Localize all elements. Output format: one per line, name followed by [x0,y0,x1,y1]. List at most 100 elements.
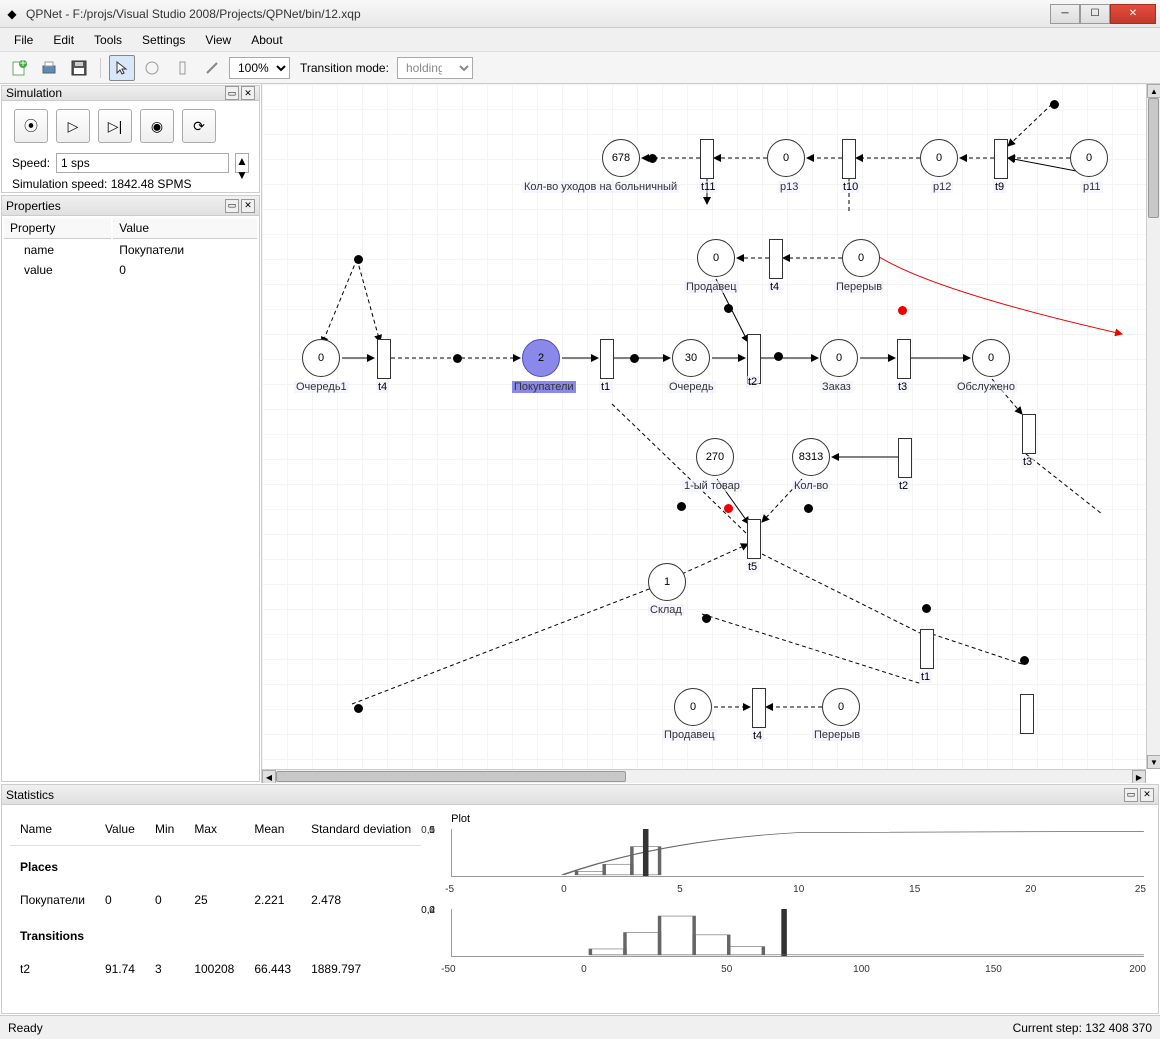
minimize-button[interactable]: ─ [1050,4,1080,24]
arc-tool[interactable] [199,55,225,81]
menu-tools[interactable]: Tools [84,30,132,50]
transition-t4c[interactable] [752,688,766,728]
transition-mode-select[interactable]: holding [397,57,473,79]
places-plot: 1 0,5 0 -5 0 5 10 15 20 [421,825,1150,895]
place-obsluzheno[interactable]: 0 [972,339,1010,377]
transitions-section: Transitions [10,916,421,954]
dock-icon[interactable]: ▭ [1124,788,1138,802]
statistics-panel: Statistics ▭ ✕ Name Value Min Max Mean S… [1,784,1159,1014]
place-label: p11 [1081,181,1103,193]
zoom-select[interactable]: 100% [229,57,290,79]
close-button[interactable]: ✕ [1110,4,1156,24]
transition-t1b[interactable] [920,629,934,669]
speed-spinner[interactable]: ▲▼ [235,153,249,173]
pointer-tool[interactable] [109,55,135,81]
place-label: Заказ [820,381,853,393]
place-tool[interactable] [139,55,165,81]
place-p_678[interactable]: 678 [602,139,640,177]
place-zakaz[interactable]: 0 [820,339,858,377]
menu-about[interactable]: About [241,30,292,50]
transition-t4a[interactable] [769,239,783,279]
speed-label: Speed: [12,156,50,170]
transition-t11[interactable] [700,139,714,179]
place-label: p12 [931,181,953,193]
statistics-table: Name Value Min Max Mean Standard deviati… [10,813,421,985]
transition-t10[interactable] [842,139,856,179]
canvas-area: 678Кол-во уходов на больничный0p130p120p… [262,84,1160,783]
dock-icon[interactable]: ▭ [225,86,239,100]
place-label: Покупатели [512,381,576,393]
transition-t3a[interactable] [897,339,911,379]
menu-edit[interactable]: Edit [43,30,84,50]
place-ochered[interactable]: 30 [672,339,710,377]
place-label: Кол-во [792,480,830,492]
places-section: Places [10,846,421,884]
transition-label: t3 [896,381,909,393]
speed-input[interactable] [56,153,229,173]
close-icon[interactable]: ✕ [241,86,255,100]
place-pereryv[interactable]: 0 [842,239,880,277]
transition-label: t2 [746,376,759,388]
menu-file[interactable]: File [4,30,43,50]
transition-label: t11 [699,181,717,193]
petri-net-canvas[interactable]: 678Кол-во уходов на больничный0p130p120p… [262,84,1146,769]
transition-t5[interactable] [747,519,761,559]
statusbar: Ready Current step: 132 408 370 [0,1015,1160,1039]
statistics-title: Statistics [6,788,1122,802]
place-label: Продавец [684,281,739,293]
horizontal-scrollbar[interactable]: ◀ ▶ [262,769,1146,783]
place-label: Продавец [662,729,717,741]
place-pereryv2[interactable]: 0 [822,688,860,726]
transition-tool[interactable] [169,55,195,81]
vertical-scrollbar[interactable]: ▲ ▼ [1146,84,1160,769]
place-prodavets[interactable]: 0 [697,239,735,277]
place-sklad[interactable]: 1 [648,563,686,601]
place-label: Очередь [667,381,716,393]
stop-button[interactable]: ◉ [140,109,174,143]
transition-t2b[interactable] [898,438,912,478]
place-ochered1[interactable]: 0 [302,339,340,377]
transition-label: t1 [919,671,932,683]
dock-icon[interactable]: ▭ [225,199,239,213]
prop-header: Property [4,218,111,239]
value-header: Value [113,218,257,239]
svg-text:+: + [19,59,26,70]
maximize-button[interactable]: ☐ [1080,4,1110,24]
properties-panel-title: Properties [6,199,223,213]
app-icon: ◆ [4,6,20,22]
stats-row[interactable]: t2 91.74 3 100208 66.443 1889.797 [10,953,421,985]
play-button[interactable]: ▷ [56,109,90,143]
place-prodavets2[interactable]: 0 [674,688,712,726]
place-p11[interactable]: 0 [1070,139,1108,177]
simulation-panel: Simulation ▭ ✕ ⦿ ▷ ▷| ◉ ⟳ Speed: ▲▼ Simu… [1,85,260,193]
place-p13[interactable]: 0 [767,139,805,177]
transition-tx[interactable] [1020,694,1034,734]
print-button[interactable] [36,55,62,81]
property-row[interactable]: value0 [4,261,257,279]
transition-t4b[interactable] [377,339,391,379]
place-label: p13 [778,181,800,193]
menu-settings[interactable]: Settings [132,30,195,50]
transition-label: t4 [376,381,389,393]
step-back-button[interactable]: ⦿ [14,109,48,143]
transition-t3b[interactable] [1022,414,1036,454]
reload-button[interactable]: ⟳ [182,109,216,143]
property-row[interactable]: nameПокупатели [4,241,257,259]
transition-t9[interactable] [994,139,1008,179]
place-kolvo[interactable]: 8313 [792,438,830,476]
place-tovar1[interactable]: 270 [696,438,734,476]
save-button[interactable] [66,55,92,81]
place-pokupateli[interactable]: 2 [522,339,560,377]
new-file-button[interactable]: + [6,55,32,81]
place-p12[interactable]: 0 [920,139,958,177]
place-label: Перерыв [812,729,862,741]
place-label: Очередь1 [294,381,349,393]
close-icon[interactable]: ✕ [241,199,255,213]
close-icon[interactable]: ✕ [1140,788,1154,802]
place-label: Склад [648,604,684,616]
transitions-plot: 0,4 0,2 0 -50 0 50 10 [421,905,1150,975]
transition-t1[interactable] [600,339,614,379]
menu-view[interactable]: View [195,30,241,50]
step-forward-button[interactable]: ▷| [98,109,132,143]
stats-row[interactable]: Покупатели 0 0 25 2.221 2.478 [10,884,421,916]
